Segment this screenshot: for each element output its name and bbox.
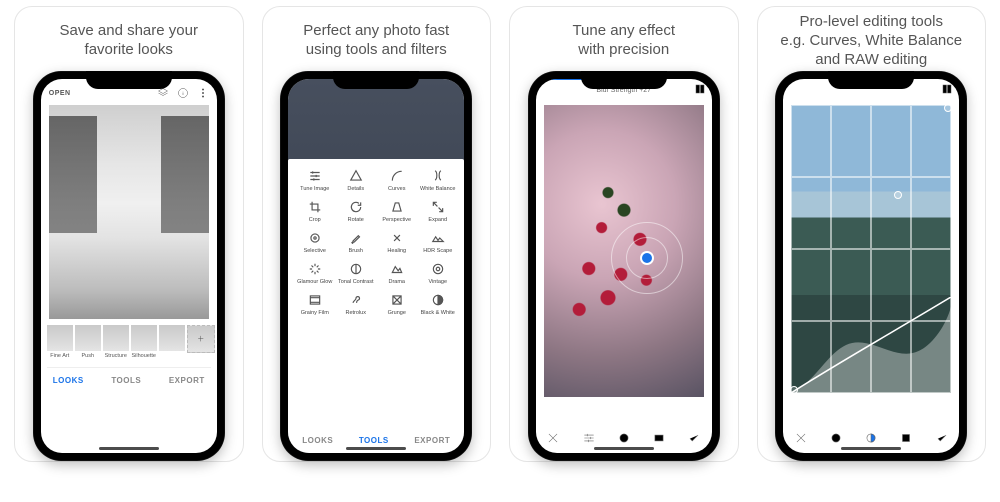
main-photo[interactable] — [544, 105, 704, 397]
phone-2: OPEN Tune Image Details Curves White Bal… — [280, 71, 472, 461]
phone-1: OPEN Fine Art Push Structure Silhouette … — [33, 71, 225, 461]
promo-card-3: Tune any effect with precision Blur Stre… — [509, 6, 739, 462]
tool-white-balance[interactable]: White Balance — [419, 169, 456, 192]
promo-card-2: Perfect any photo fast using tools and f… — [262, 6, 492, 462]
bottom-tabs: LOOKS TOOLS EXPORT — [47, 367, 211, 385]
tab-tools[interactable]: TOOLS — [111, 376, 141, 385]
tab-tools[interactable]: TOOLS — [359, 436, 389, 445]
promo-title-1: Save and share your favorite looks — [60, 13, 198, 71]
tool-glamour-glow[interactable]: Glamour Glow — [296, 262, 333, 285]
look-item[interactable]: Push — [75, 325, 101, 359]
histogram-curve[interactable] — [791, 297, 951, 393]
compare-icon[interactable] — [941, 83, 953, 95]
tool-hdr-scape[interactable]: HDR Scape — [419, 231, 456, 254]
tool-brush[interactable]: Brush — [337, 231, 374, 254]
home-indicator — [594, 447, 654, 450]
notch — [333, 71, 419, 89]
tool-black-white[interactable]: Black & White — [419, 293, 456, 316]
promo-card-1: Save and share your favorite looks OPEN … — [14, 6, 244, 462]
tool-curves[interactable]: Curves — [378, 169, 415, 192]
home-indicator — [346, 447, 406, 450]
tool-retrolux[interactable]: Retrolux — [337, 293, 374, 316]
channel-color-icon[interactable] — [899, 431, 913, 445]
confirm-button[interactable] — [935, 431, 949, 445]
curve-point[interactable] — [944, 105, 951, 112]
tool-grainy-film[interactable]: Grainy Film — [296, 293, 333, 316]
tab-export[interactable]: EXPORT — [414, 436, 450, 445]
tool-drama[interactable]: Drama — [378, 262, 415, 285]
channel-contrast-icon[interactable] — [864, 431, 878, 445]
open-button[interactable]: OPEN — [49, 90, 71, 97]
main-photo[interactable] — [791, 105, 951, 393]
home-indicator — [99, 447, 159, 450]
shape-icon[interactable] — [617, 431, 631, 445]
tool-grid: Tune Image Details Curves White Balance … — [288, 159, 464, 318]
tool-details[interactable]: Details — [337, 169, 374, 192]
edit-actions — [783, 431, 959, 445]
tool-crop[interactable]: Crop — [296, 200, 333, 223]
look-item[interactable]: Silhouette — [131, 325, 157, 359]
look-item[interactable]: Fine Art — [47, 325, 73, 359]
main-photo[interactable] — [49, 105, 209, 319]
notch — [581, 71, 667, 89]
promo-title-2: Perfect any photo fast using tools and f… — [303, 13, 449, 71]
curve-point[interactable] — [791, 386, 798, 393]
close-button[interactable] — [546, 431, 560, 445]
tool-rotate[interactable]: Rotate — [337, 200, 374, 223]
tool-perspective[interactable]: Perspective — [378, 200, 415, 223]
notch — [86, 71, 172, 89]
look-item[interactable]: Structure — [103, 325, 129, 359]
notch — [828, 71, 914, 89]
tool-tonal-contrast[interactable]: Tonal Contrast — [337, 262, 374, 285]
promo-title-3: Tune any effect with precision — [572, 13, 675, 71]
tool-tune-image[interactable]: Tune Image — [296, 169, 333, 192]
bottom-tabs: LOOKS TOOLS EXPORT — [288, 436, 464, 445]
overflow-icon[interactable] — [197, 87, 209, 99]
phone-3: Blur Strength +27 — [528, 71, 720, 461]
info-icon[interactable] — [177, 87, 189, 99]
tool-expand[interactable]: Expand — [419, 200, 456, 223]
compare-icon[interactable] — [694, 83, 706, 95]
focus-ring[interactable] — [611, 222, 683, 294]
tab-export[interactable]: EXPORT — [169, 376, 205, 385]
look-item[interactable] — [159, 325, 185, 359]
close-button[interactable] — [794, 431, 808, 445]
home-indicator — [841, 447, 901, 450]
adjust-icon[interactable] — [582, 431, 596, 445]
phone-4 — [775, 71, 967, 461]
add-look[interactable]: ＋ — [187, 325, 213, 353]
tool-vintage[interactable]: Vintage — [419, 262, 456, 285]
promo-card-4: Pro-level editing tools e.g. Curves, Whi… — [757, 6, 987, 462]
looks-strip: Fine Art Push Structure Silhouette ＋ — [41, 321, 217, 359]
edit-actions — [536, 431, 712, 445]
confirm-button[interactable] — [687, 431, 701, 445]
screenshot-gallery: Save and share your favorite looks OPEN … — [0, 0, 1000, 468]
tab-looks[interactable]: LOOKS — [53, 376, 84, 385]
tool-selective[interactable]: Selective — [296, 231, 333, 254]
tool-grunge[interactable]: Grunge — [378, 293, 415, 316]
aspect-icon[interactable] — [652, 431, 666, 445]
tool-healing[interactable]: Healing — [378, 231, 415, 254]
channel-luminance-icon[interactable] — [829, 431, 843, 445]
tab-looks[interactable]: LOOKS — [302, 436, 333, 445]
promo-title-4: Pro-level editing tools e.g. Curves, Whi… — [780, 13, 962, 71]
tools-sheet: Tune Image Details Curves White Balance … — [288, 159, 464, 453]
